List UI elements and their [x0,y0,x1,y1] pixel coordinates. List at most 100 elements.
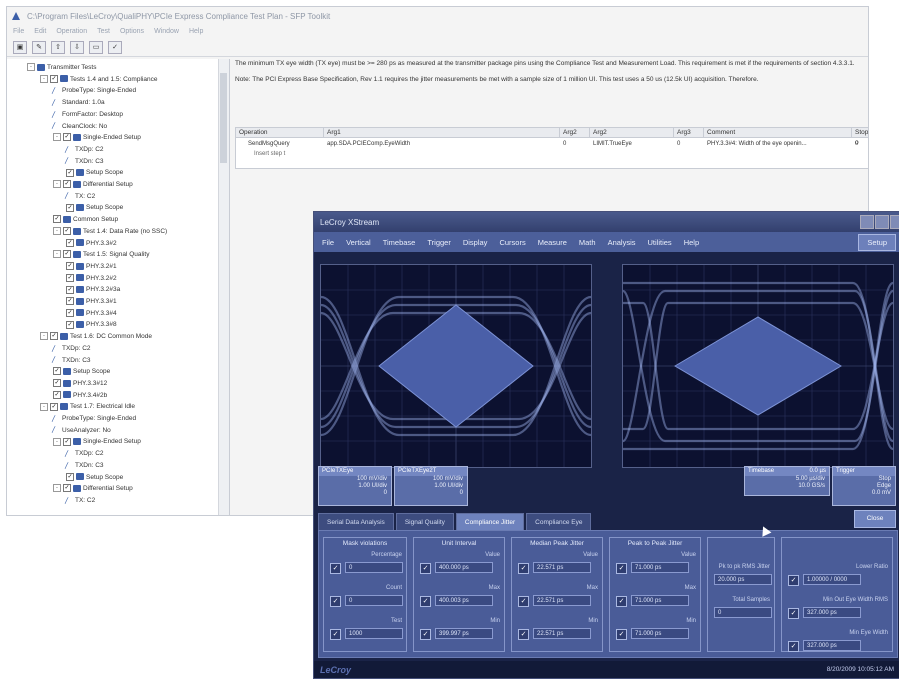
menu-window[interactable]: Window [154,28,179,35]
value-field[interactable]: 0 [345,595,403,606]
tree-node[interactable]: - ✓ Single-Ended Setup [53,133,141,143]
scope-menu-timebase[interactable]: Timebase [383,238,416,247]
expand-toggle-icon[interactable]: - [27,63,35,72]
tree-node[interactable]: ✓ PHY.3.3#12 [53,379,107,389]
value-field[interactable]: 20.000 ps [714,574,772,585]
column-header-comment[interactable]: Comment [704,128,852,138]
scope-menu-cursors[interactable]: Cursors [499,238,525,247]
scope-menu-math[interactable]: Math [579,238,596,247]
trigger-box[interactable]: Trigger Stop Edge 0.0 mV [832,466,896,506]
enable-checkbox[interactable]: ✓ [420,629,431,640]
enable-checkbox[interactable]: ✓ [330,596,341,607]
tree-node[interactable]: - ✓ Differential Setup [53,180,133,190]
tree-node[interactable]: TXDn: C3 [64,157,104,167]
tree-checkbox[interactable]: ✓ [66,285,74,294]
tree-node[interactable]: ✓ PHY.3.3#8 [66,320,117,330]
tree-node[interactable]: - ✓ Single-Ended Setup [53,437,141,447]
maximize-button[interactable] [875,215,889,229]
scope-menu-display[interactable]: Display [463,238,488,247]
scope-menu-help[interactable]: Help [684,238,699,247]
scope-menu-trigger[interactable]: Trigger [427,238,450,247]
scroll-thumb[interactable] [220,73,227,163]
value-field[interactable]: 22.571 ps [533,628,591,639]
enable-checkbox[interactable]: ✓ [616,596,627,607]
enable-checkbox[interactable]: ✓ [330,629,341,640]
tree-node[interactable]: TXDn: C3 [51,356,91,366]
tree-checkbox[interactable]: ✓ [66,273,74,282]
setup-button[interactable]: Setup [858,233,896,251]
value-field[interactable]: 1000 [345,628,403,639]
toolbar-button-view[interactable]: ▭ [89,40,103,54]
enable-checkbox[interactable]: ✓ [518,629,529,640]
table-cell[interactable]: app.SDA.PCIEComp.EyeWidth [324,139,560,149]
tree-checkbox[interactable]: ✓ [66,320,74,329]
tree-checkbox[interactable]: ✓ [66,262,74,271]
table-cell[interactable]: SendMsgQuery [236,139,324,149]
column-header-arg2[interactable]: Arg2 [590,128,674,138]
tree-node[interactable]: ✓ PHY.3.3#4 [66,308,117,319]
tree-checkbox[interactable]: ✓ [63,437,71,446]
value-field[interactable]: 0 [345,562,403,573]
enable-checkbox[interactable]: ✓ [788,608,799,619]
menu-operation[interactable]: Operation [56,28,87,35]
tree-node[interactable]: ProbeType: Single-Ended [51,414,136,424]
value-field[interactable]: 400.000 ps [435,562,493,573]
toolbar-button-down[interactable]: ⇩ [70,40,84,54]
tree-checkbox[interactable]: ✓ [66,297,74,306]
tree-node[interactable]: ✓ Setup Scope [66,203,123,213]
tree-node[interactable]: - ✓ Tests 1.4 and 1.5: Compliance [40,74,157,85]
value-field[interactable]: 0 [714,607,772,618]
enable-checkbox[interactable]: ✓ [788,641,799,652]
tree-checkbox[interactable]: ✓ [66,308,74,317]
toolbar-button-up[interactable]: ⇧ [51,40,65,54]
trace-info-box[interactable]: PCIeTXEye2T 100 mV/div 1.00 UI/div 0 [394,466,468,506]
tree-node[interactable]: ProbeType: Single-Ended [51,86,136,96]
tree-node[interactable]: ✓ PHY.3.2#3a [66,285,120,295]
tree-node[interactable]: ✓ PHY.3.3#2 [66,238,117,249]
toolbar-button-open[interactable]: ▣ [13,40,27,54]
close-window-button[interactable] [890,215,899,229]
menu-edit[interactable]: Edit [34,28,46,35]
tree-checkbox[interactable]: ✓ [66,472,74,481]
tree-node[interactable]: TXDp: C2 [51,344,91,354]
value-field[interactable]: 22.571 ps [533,562,591,573]
tree-node[interactable]: TXDp: C2 [64,449,104,459]
menu-help[interactable]: Help [189,28,203,35]
scope-menu-analysis[interactable]: Analysis [608,238,636,247]
table-cell[interactable]: 0 [674,139,704,149]
tree-node[interactable]: ✓ Common Setup [53,215,118,225]
enable-checkbox[interactable]: ✓ [330,563,341,574]
value-field[interactable]: 327.000 ps [803,640,861,651]
test-tree[interactable]: - Transmitter Tests - ✓ Tests 1.4 and 1.5: C… [7,59,230,515]
tree-checkbox[interactable]: ✓ [63,180,71,189]
expand-toggle-icon[interactable]: - [53,437,61,446]
tree-node[interactable]: Standard: 1.0a [51,98,105,108]
expand-toggle-icon[interactable]: - [53,250,61,259]
scope-menu-file[interactable]: File [322,238,334,247]
tree-node[interactable]: ✓ PHY.3.3#1 [66,297,117,307]
tree-node[interactable]: - ✓ Test 1.7: Electrical Idle [40,402,135,412]
tree-checkbox[interactable]: ✓ [63,250,71,259]
tree-node[interactable]: - ✓ Test 1.6: DC Common Mode [40,332,152,342]
expand-toggle-icon[interactable]: - [40,402,48,411]
tree-node[interactable]: - ✓ Test 1.5: Signal Quality [53,250,149,260]
tree-node[interactable]: ✓ PHY.3.4#2b [53,390,107,401]
tree-node[interactable]: TXDp: C2 [64,145,104,155]
toolbar-button-edit[interactable]: ✎ [32,40,46,54]
tree-node[interactable]: TX: C2 [64,192,95,202]
enable-checkbox[interactable]: ✓ [420,596,431,607]
tree-checkbox[interactable]: ✓ [63,227,71,236]
timebase-box[interactable]: Timebase 0.0 µs 5.00 µs/div 10.0 GS/s [744,466,830,496]
table-cell[interactable]: PHY.3.3#4: Width of the eye openin... [704,139,852,149]
table-cell[interactable]: 0 [852,139,868,149]
value-field[interactable]: 399.997 ps [435,628,493,639]
expand-toggle-icon[interactable]: - [40,74,48,83]
tree-node[interactable]: - ✓ Differential Setup [53,484,133,494]
scope-menu-utilities[interactable]: Utilities [648,238,672,247]
expand-toggle-icon[interactable]: - [53,227,61,236]
menu-file[interactable]: File [13,28,24,35]
tree-node[interactable]: TXDn: C3 [64,461,104,471]
eye-diagram-1[interactable] [320,264,592,468]
tree-node[interactable]: TX: C2 [64,496,95,506]
value-field[interactable]: 22.571 ps [533,595,591,606]
